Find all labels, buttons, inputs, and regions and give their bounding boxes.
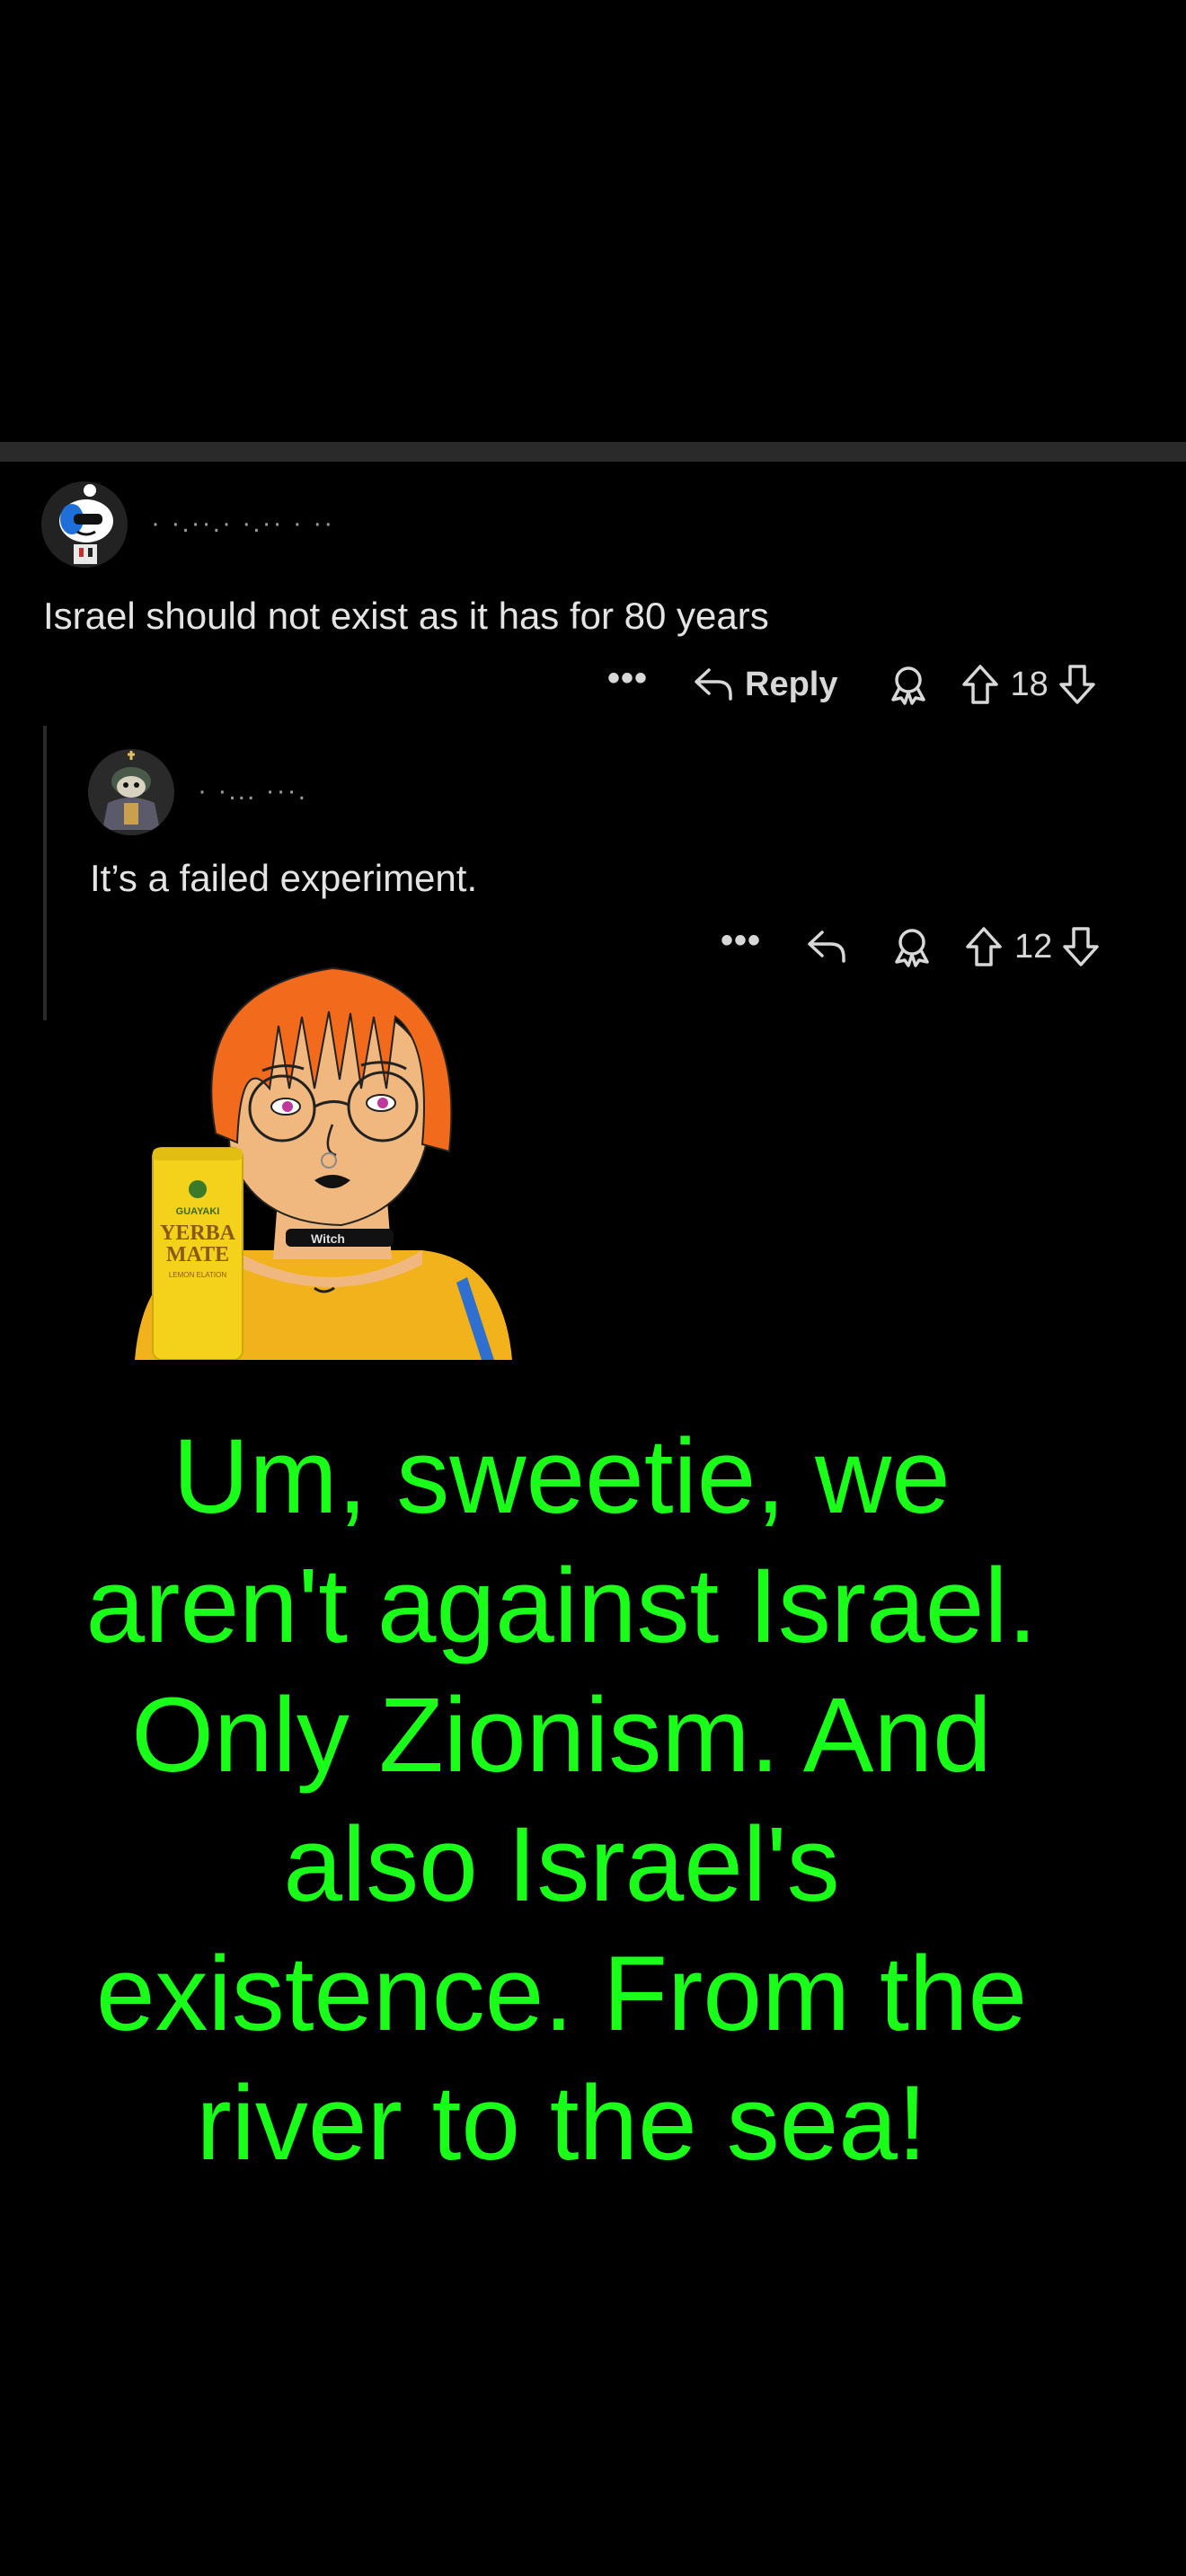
snoo-avatar-icon bbox=[88, 749, 174, 835]
reply-button[interactable] bbox=[806, 929, 847, 965]
upvote-button[interactable] bbox=[960, 663, 1000, 706]
comment-actions: ••• 12 bbox=[721, 920, 1101, 974]
comment-body: It’s a failed experiment. bbox=[90, 857, 478, 899]
downvote-button[interactable] bbox=[1061, 925, 1101, 968]
award-icon bbox=[890, 666, 925, 705]
can-product-line1: YERBA bbox=[160, 1222, 236, 1245]
downvote-button[interactable] bbox=[1058, 663, 1097, 706]
more-dots-icon[interactable]: ••• bbox=[607, 660, 648, 696]
meme-caption: Um, sweetie, we aren't against Israel. O… bbox=[85, 1417, 1038, 2183]
upvote-arrow-icon bbox=[966, 927, 1002, 966]
vote-score: 12 bbox=[1014, 927, 1053, 966]
choker-label: Witch bbox=[311, 1231, 345, 1246]
user-avatar[interactable] bbox=[41, 481, 128, 568]
downvote-arrow-icon bbox=[1059, 665, 1095, 704]
upvote-arrow-icon bbox=[961, 665, 998, 704]
user-avatar[interactable] bbox=[88, 749, 174, 835]
meme-cartoon-image: Witch GUAYAKI YERBA MATE LEMON ELATION bbox=[135, 966, 512, 1360]
can-product-line2: MATE bbox=[166, 1243, 229, 1266]
comment-body: Israel should not exist as it has for 80… bbox=[43, 595, 769, 637]
comment-actions: ••• Reply 18 bbox=[607, 657, 1097, 711]
award-icon bbox=[895, 929, 929, 967]
downvote-arrow-icon bbox=[1063, 927, 1100, 966]
snoo-avatar-icon bbox=[41, 481, 128, 568]
comment-meta-username[interactable]: · ·... ···. bbox=[198, 776, 307, 807]
reply-label: Reply bbox=[745, 665, 838, 703]
award-button[interactable] bbox=[892, 926, 932, 967]
upvote-button[interactable] bbox=[964, 925, 1004, 968]
can-flavor-label: LEMON ELATION bbox=[169, 1271, 227, 1279]
can-brand-label: GUAYAKI bbox=[176, 1206, 220, 1217]
comment-meta-username[interactable]: · ·.··.· ·.·· · ·· bbox=[151, 508, 334, 539]
reply-arrow-icon bbox=[695, 668, 732, 701]
thread-divider bbox=[0, 442, 1186, 462]
reply-button[interactable]: Reply bbox=[693, 665, 838, 704]
thread-line[interactable] bbox=[43, 726, 47, 1020]
reply-arrow-icon bbox=[808, 931, 845, 963]
more-dots-icon[interactable]: ••• bbox=[721, 922, 761, 958]
vote-score: 18 bbox=[1010, 665, 1049, 703]
award-button[interactable] bbox=[889, 664, 928, 705]
